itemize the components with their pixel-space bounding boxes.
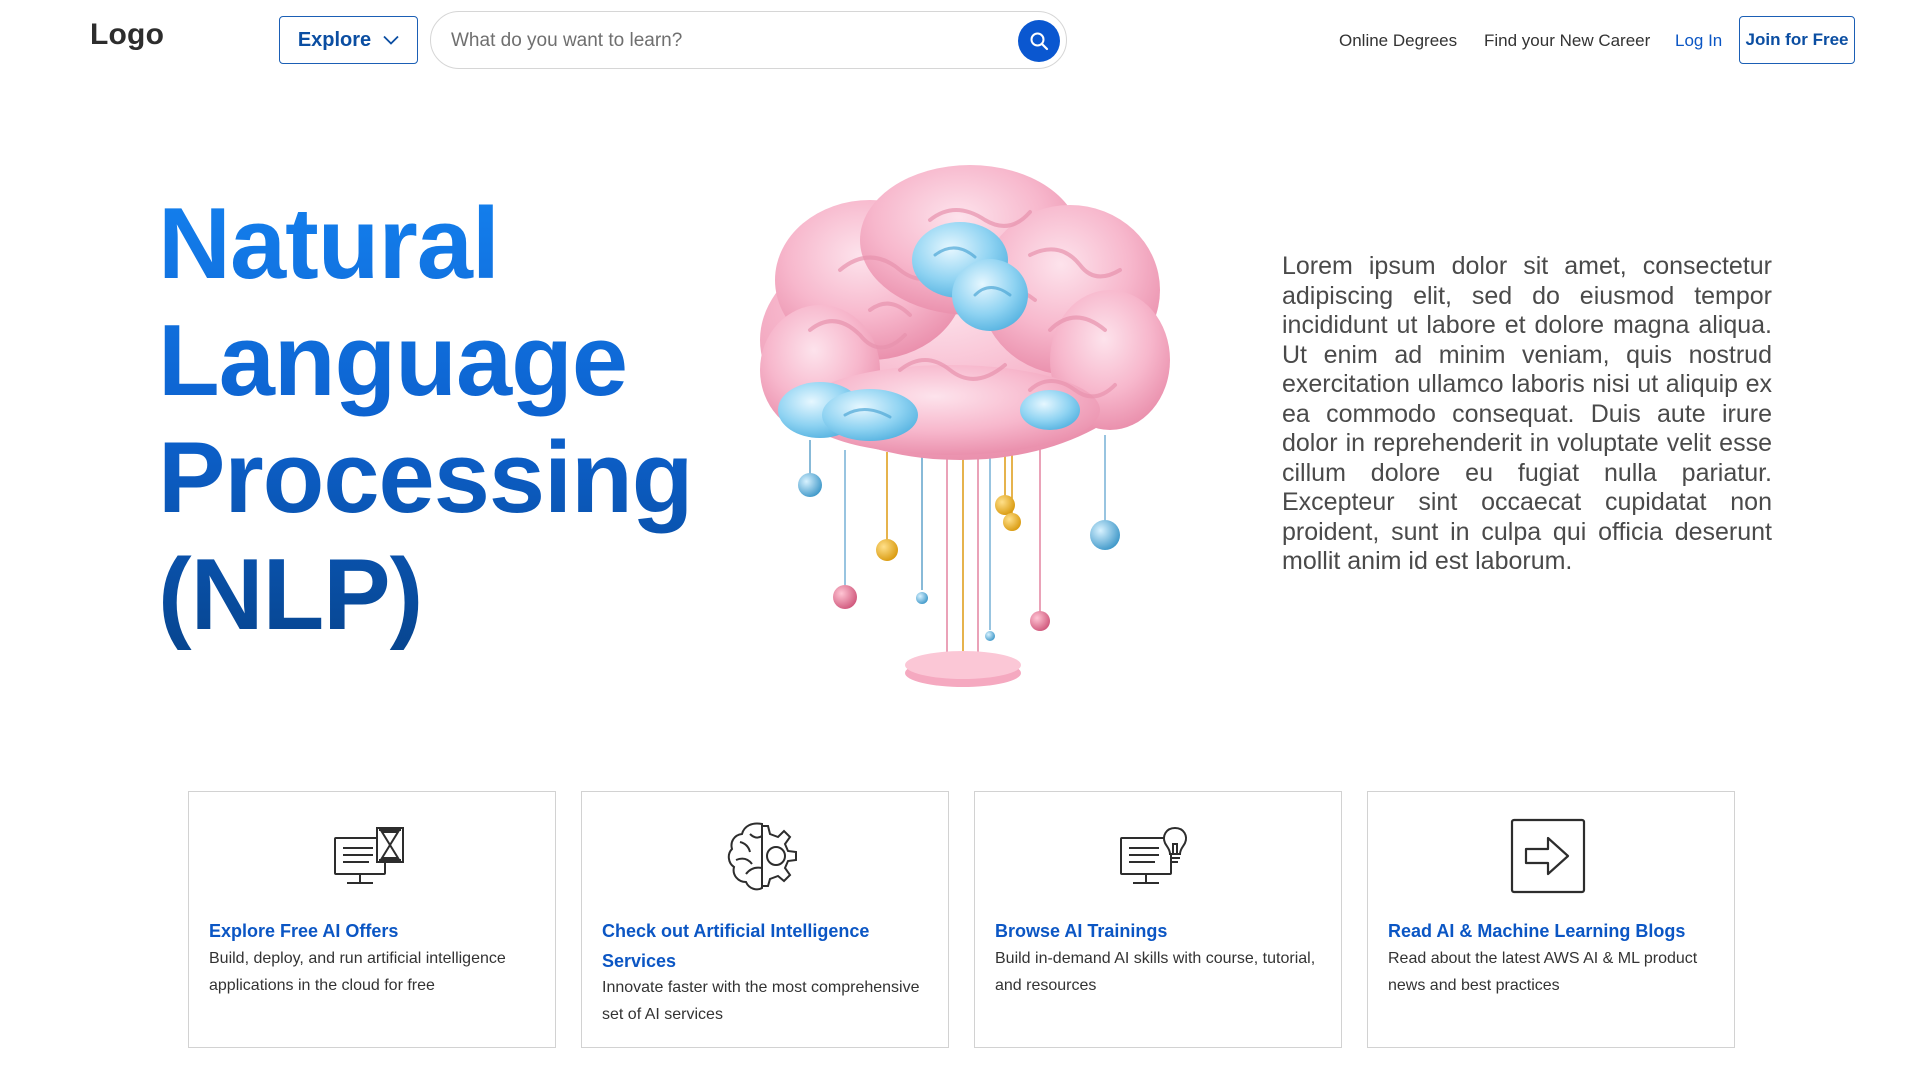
search-input[interactable] <box>451 25 991 57</box>
card-title[interactable]: Check out Artificial Intelligence Servic… <box>602 916 922 976</box>
card-description: Build, deploy, and run artificial intell… <box>209 950 506 994</box>
login-link[interactable]: Log In <box>1675 31 1722 51</box>
card-ai-ml-blogs[interactable]: Read AI & Machine Learning Blogs Read ab… <box>1367 791 1735 1048</box>
chevron-down-icon <box>383 35 399 45</box>
brain-gear-icon <box>727 822 797 891</box>
join-for-free-button[interactable]: Join for Free <box>1739 16 1855 64</box>
top-navigation-bar: Logo Explore Online Degrees Find your Ne… <box>0 0 1920 82</box>
card-ai-trainings[interactable]: Browse AI Trainings Build in-demand AI s… <box>974 791 1342 1048</box>
card-title[interactable]: Explore Free AI Offers <box>209 916 529 946</box>
explore-label: Explore <box>297 28 372 51</box>
card-description: Read about the latest AWS AI & ML produc… <box>1388 950 1698 994</box>
brain-illustration <box>760 165 1170 687</box>
explore-dropdown-button[interactable]: Explore <box>279 16 418 64</box>
search-icon <box>1030 32 1049 51</box>
hero-description: Lorem ipsum dolor sit amet, consectetur … <box>1282 252 1772 575</box>
hero-title-line: Processing <box>158 422 693 534</box>
hero-title: Natural Language Processing (NLP) <box>158 186 718 654</box>
computer-hourglass-icon <box>334 827 404 884</box>
hero-title-line: (NLP) <box>158 539 423 651</box>
card-description: Innovate faster with the most comprehens… <box>602 979 920 1023</box>
search-button[interactable] <box>1018 20 1060 62</box>
hero-title-line: Language <box>158 305 627 417</box>
arrow-box-icon <box>1510 818 1586 894</box>
card-description: Build in-demand AI skills with course, t… <box>995 950 1316 994</box>
card-title[interactable]: Read AI & Machine Learning Blogs <box>1388 916 1708 946</box>
card-free-ai-offers[interactable]: Explore Free AI Offers Build, deploy, an… <box>188 791 556 1048</box>
nav-find-career-link[interactable]: Find your New Career <box>1484 31 1650 51</box>
card-ai-services[interactable]: Check out Artificial Intelligence Servic… <box>581 791 949 1048</box>
nav-online-degrees-link[interactable]: Online Degrees <box>1339 31 1457 51</box>
hero-title-line: Natural <box>158 188 499 300</box>
card-title[interactable]: Browse AI Trainings <box>995 916 1315 946</box>
search-bar <box>430 11 1067 69</box>
computer-lightbulb-icon <box>1120 826 1187 884</box>
site-logo[interactable]: Logo <box>90 18 164 52</box>
